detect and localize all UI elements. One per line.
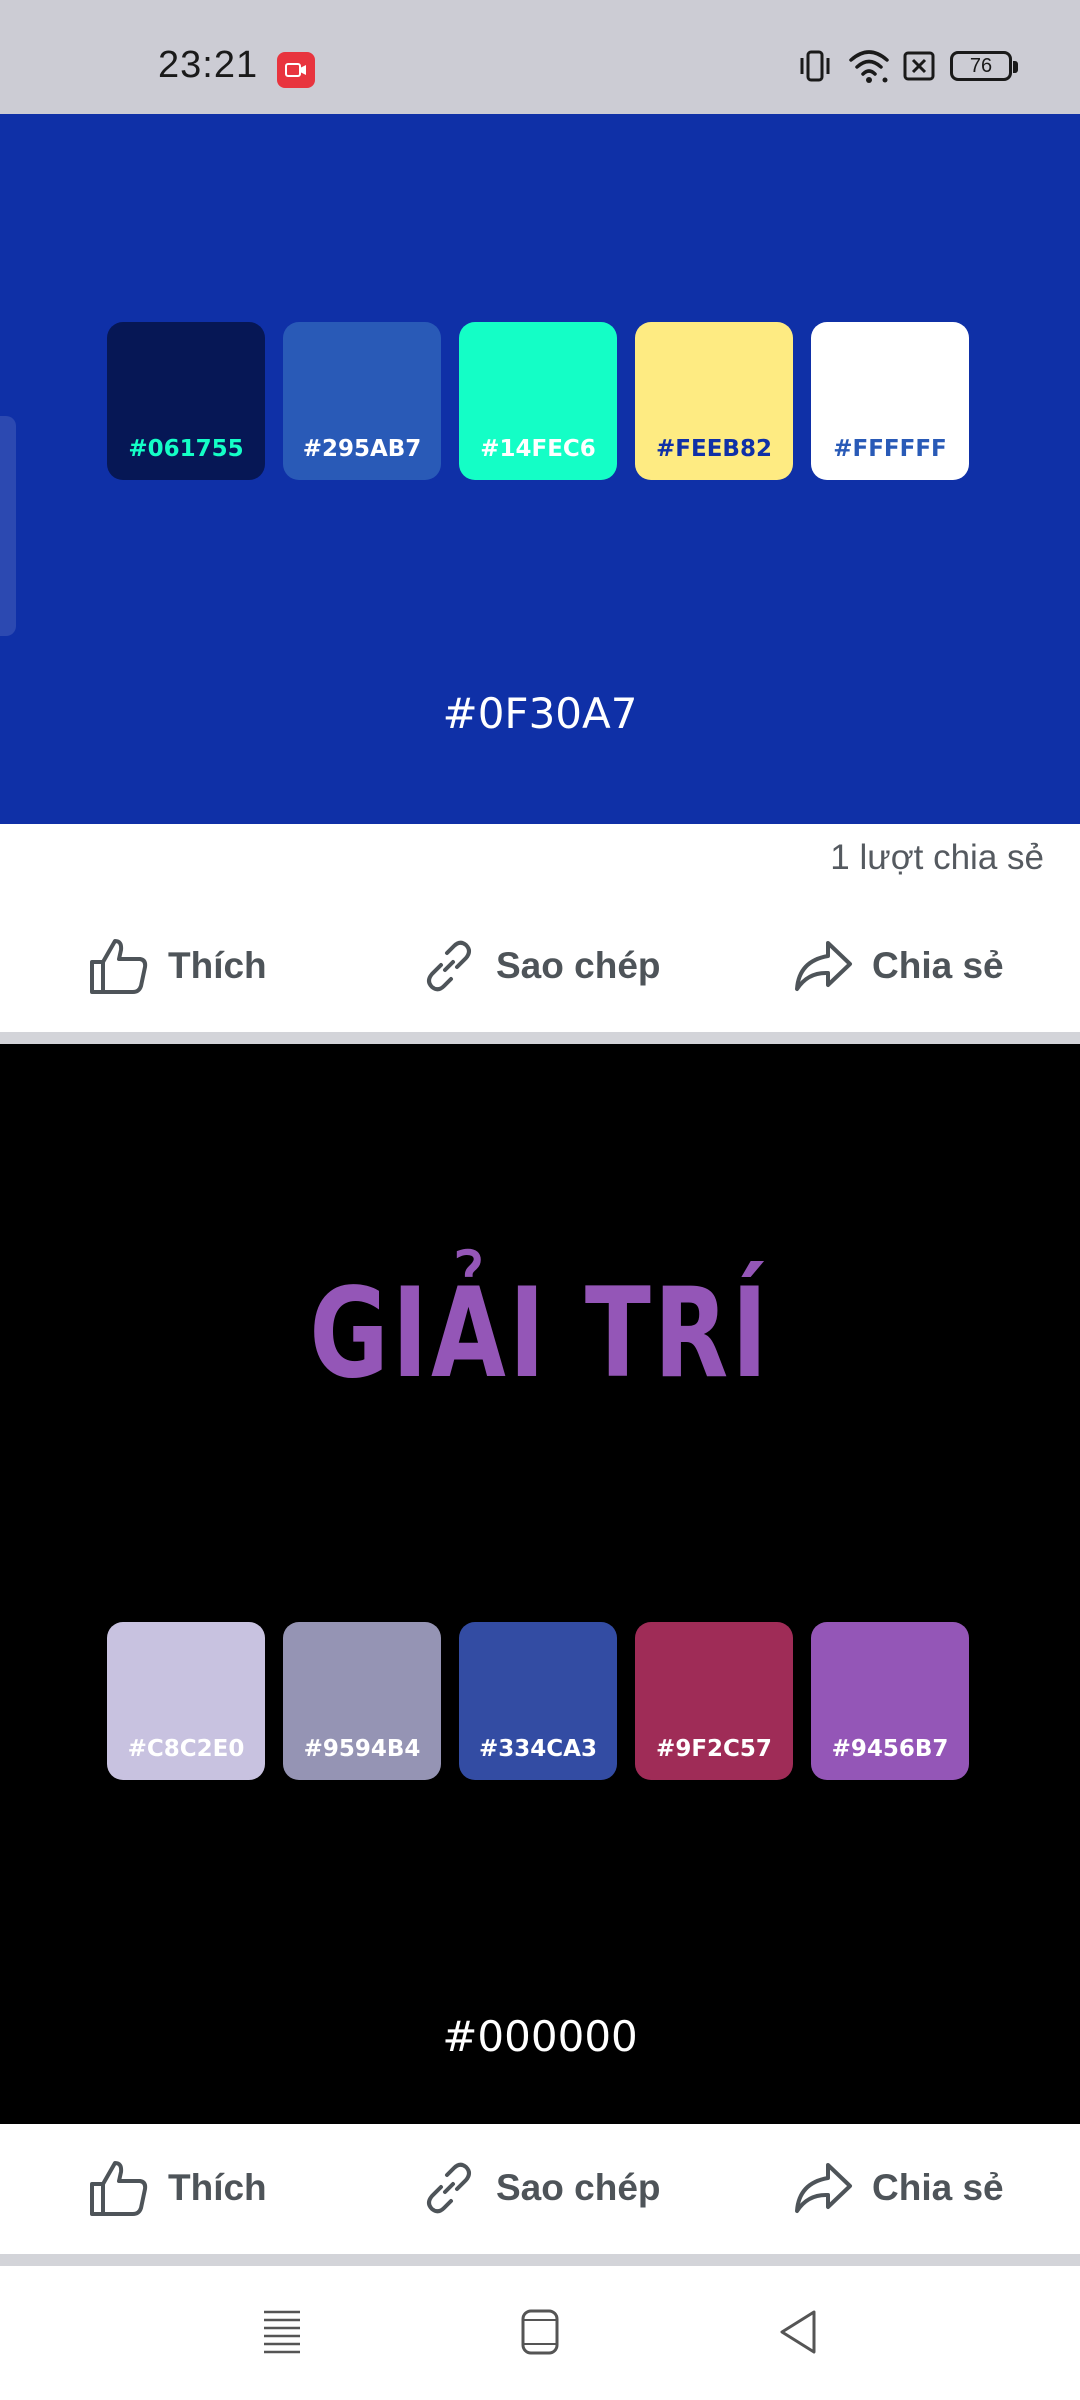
color-swatch[interactable]: #FEEB82 — [635, 322, 793, 480]
share-label: Chia sẻ — [872, 2167, 1004, 2208]
like-button[interactable]: Thích — [88, 904, 267, 1028]
color-swatch[interactable]: #9456B7 — [811, 1622, 969, 1780]
palette-card-black[interactable]: GIẢI TRÍ #C8C2E0 #9594B4 #334CA3 #9F2C57… — [0, 1044, 1080, 2124]
like-button[interactable]: Thích — [88, 2126, 267, 2250]
swatch-code: #C8C2E0 — [127, 1736, 245, 1762]
swatch-code: #295AB7 — [302, 436, 422, 462]
swatch-row: #061755 #295AB7 #14FEC6 #FEEB82 #FFFFFF — [107, 322, 973, 480]
color-swatch[interactable]: #14FEC6 — [459, 322, 617, 480]
swatch-code: #FFFFFF — [833, 436, 947, 462]
home-icon[interactable] — [520, 2308, 560, 2356]
copy-button[interactable]: Sao chép — [420, 904, 661, 1028]
card-divider — [0, 1032, 1080, 1044]
status-time: 23:21 — [158, 44, 259, 86]
swatch-code: #FEEB82 — [656, 436, 772, 462]
battery-tip — [1013, 61, 1018, 73]
swatch-code: #9594B4 — [303, 1736, 421, 1762]
battery-level: 76 — [969, 55, 993, 77]
color-swatch[interactable]: #334CA3 — [459, 1622, 617, 1780]
wifi-icon — [849, 50, 889, 83]
swatch-code: #9456B7 — [831, 1736, 949, 1762]
copy-label: Sao chép — [496, 945, 661, 986]
share-button[interactable]: Chia sẻ — [792, 904, 1004, 1028]
action-bar: Thích Sao chép Chia sẻ — [0, 2126, 1080, 2250]
like-label: Thích — [168, 2167, 267, 2208]
copy-label: Sao chép — [496, 2167, 661, 2208]
share-arrow-icon — [795, 2163, 852, 2213]
color-swatch[interactable]: #9594B4 — [283, 1622, 441, 1780]
navigation-bar — [0, 2266, 1080, 2400]
share-arrow-icon — [795, 941, 852, 991]
base-color-hex: #000000 — [442, 2012, 638, 2061]
card-divider — [0, 2254, 1080, 2266]
back-icon[interactable] — [778, 2308, 818, 2356]
battery-icon: 76 — [950, 51, 1012, 81]
thumbs-up-icon — [90, 2161, 148, 2216]
color-swatch[interactable]: #FFFFFF — [811, 322, 969, 480]
share-count: 1 lượt chia sẻ — [830, 838, 1044, 877]
link-icon — [427, 2162, 471, 2214]
sim-off-icon — [903, 51, 935, 81]
like-label: Thích — [168, 945, 267, 986]
color-swatch[interactable]: #061755 — [107, 322, 265, 480]
side-handle[interactable] — [0, 416, 16, 636]
swatch-code: #061755 — [128, 436, 244, 462]
palette-card-blue[interactable]: #061755 #295AB7 #14FEC6 #FEEB82 #FFFFFF … — [0, 114, 1080, 824]
copy-button[interactable]: Sao chép — [420, 2126, 661, 2250]
color-swatch[interactable]: #295AB7 — [283, 322, 441, 480]
swatch-code: #9F2C57 — [656, 1736, 772, 1762]
card-title: GIẢI TRÍ — [309, 1262, 771, 1406]
vibrate-icon — [800, 50, 830, 82]
recent-apps-icon[interactable] — [262, 2308, 302, 2356]
color-swatch[interactable]: #9F2C57 — [635, 1622, 793, 1780]
link-icon — [427, 940, 471, 992]
swatch-code: #334CA3 — [479, 1736, 597, 1762]
color-swatch[interactable]: #C8C2E0 — [107, 1622, 265, 1780]
action-bar: Thích Sao chép Chia sẻ — [0, 904, 1080, 1028]
base-color-hex: #0F30A7 — [442, 689, 638, 738]
screen-record-icon[interactable] — [277, 52, 315, 88]
status-bar: 23:21 76 — [0, 0, 1080, 114]
share-button[interactable]: Chia sẻ — [792, 2126, 1004, 2250]
swatch-row: #C8C2E0 #9594B4 #334CA3 #9F2C57 #9456B7 — [107, 1622, 973, 1780]
share-label: Chia sẻ — [872, 945, 1004, 986]
swatch-code: #14FEC6 — [480, 436, 596, 462]
thumbs-up-icon — [90, 939, 148, 994]
